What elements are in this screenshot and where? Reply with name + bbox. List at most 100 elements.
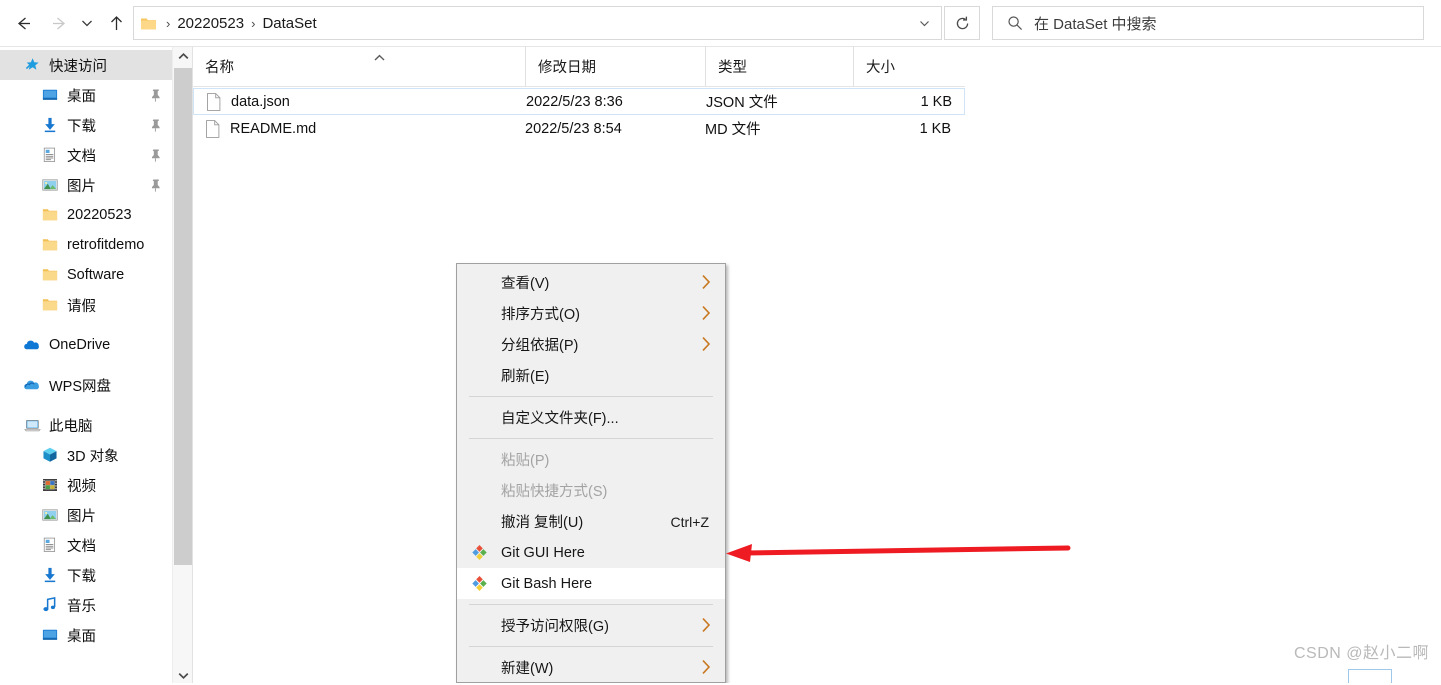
onedrive-cloud-icon	[22, 335, 42, 355]
refresh-icon	[956, 16, 968, 29]
download-icon	[40, 115, 60, 135]
sidebar-item-wps[interactable]: WPS网盘	[0, 370, 172, 400]
chevron-right-icon	[702, 337, 711, 351]
breadcrumb-item-1[interactable]: DataSet	[262, 15, 316, 32]
address-bar[interactable]: › 20220523 › DataSet	[133, 6, 942, 40]
sidebar-item-文档[interactable]: 文档	[0, 530, 172, 560]
sidebar-item-label: 请假	[67, 298, 96, 315]
folder-icon	[42, 209, 58, 221]
sidebar-item-视频[interactable]: 视频	[0, 470, 172, 500]
search-box[interactable]: 在 DataSet 中搜索	[992, 6, 1424, 40]
star-pin-icon	[22, 55, 42, 75]
menu-item-刷新-e-[interactable]: 刷新(E)	[457, 360, 725, 391]
menu-item-label: 新建(W)	[501, 661, 554, 677]
sidebar-item-下载[interactable]: 下载	[0, 560, 172, 590]
column-label: 名称	[205, 59, 234, 76]
sidebar-item-retrofitdemo[interactable]: retrofitdemo	[0, 230, 172, 260]
chevron-down-icon	[82, 20, 92, 27]
pictures-icon	[40, 175, 60, 195]
sidebar-item-音乐[interactable]: 音乐	[0, 590, 172, 620]
pictures-icon	[42, 179, 58, 191]
sidebar-item-label: 桌面	[67, 88, 96, 105]
sidebar-item-onedrive[interactable]: OneDrive	[0, 330, 172, 360]
column-label: 类型	[718, 59, 747, 76]
menu-item-粘贴-p-: 粘贴(P)	[457, 444, 725, 475]
sidebar-item-图片[interactable]: 图片	[0, 170, 172, 200]
pin-icon[interactable]	[149, 178, 162, 197]
sidebar-item-桌面[interactable]: 桌面	[0, 80, 172, 110]
sidebar-item-20220523[interactable]: 20220523	[0, 200, 172, 230]
sidebar-item-this-pc[interactable]: 此电脑	[0, 410, 172, 440]
forward-button[interactable]	[42, 6, 76, 40]
file-type-cell: MD 文件	[705, 122, 761, 138]
breadcrumb-item-0[interactable]: 20220523	[177, 15, 244, 32]
sidebar-item-label: Software	[67, 267, 125, 283]
menu-item-排序方式-o-[interactable]: 排序方式(O)	[457, 298, 725, 329]
menu-item-授予访问权限-g-[interactable]: 授予访问权限(G)	[457, 610, 725, 641]
menu-item-label: 刷新(E)	[501, 369, 550, 385]
chevron-right-icon	[701, 336, 712, 356]
git-icon	[472, 575, 487, 592]
sidebar-item-文档[interactable]: 文档	[0, 140, 172, 170]
music-icon	[40, 595, 60, 615]
this-pc-group: 3D 对象 视频 图片文档下载 音乐 桌面	[0, 440, 172, 650]
file-name-text: data.json	[231, 93, 290, 110]
pin-icon[interactable]	[149, 88, 162, 107]
navigation-pane: 快速访问 桌面 下载 文档 图片 20220523 retrofitdemo Softwar…	[0, 47, 172, 685]
menu-item-分组依据-p-[interactable]: 分组依据(P)	[457, 329, 725, 360]
sidebar-item-quick-access[interactable]: 快速访问	[0, 50, 172, 80]
desktop-icon	[40, 625, 60, 645]
file-name-cell: data.json	[194, 92, 290, 111]
sidebar-item-label: 文档	[67, 538, 96, 555]
download-icon	[40, 565, 60, 585]
context-menu[interactable]: 查看(V) 排序方式(O) 分组依据(P) 刷新(E) 自定义文件夹(F)... 粘贴(P…	[456, 263, 726, 683]
menu-item-git-gui-here[interactable]: Git GUI Here	[457, 537, 725, 568]
menu-item-撤消-复制-u-[interactable]: 撤消 复制(U) Ctrl+Z	[457, 506, 725, 537]
sidebar-item-Software[interactable]: Software	[0, 260, 172, 290]
folder-icon	[40, 295, 60, 315]
sidebar-item-下载[interactable]: 下载	[0, 110, 172, 140]
table-row[interactable]: README.md 2022/5/23 8:54 MD 文件 1 KB	[193, 115, 965, 142]
menu-item-label: 撤消 复制(U)	[501, 515, 584, 531]
folder-icon	[40, 235, 60, 255]
pin-icon	[151, 149, 160, 162]
menu-item-查看-v-[interactable]: 查看(V)	[457, 267, 725, 298]
git-icon	[471, 575, 488, 592]
sidebar-item-桌面[interactable]: 桌面	[0, 620, 172, 650]
table-row[interactable]: data.json 2022/5/23 8:36 JSON 文件 1 KB	[193, 88, 965, 115]
sidebar-item-3D 对象[interactable]: 3D 对象	[0, 440, 172, 470]
sidebar-scrollbar-thumb[interactable]	[174, 68, 192, 565]
recent-locations-button[interactable]	[74, 6, 100, 40]
sidebar-scrollbar[interactable]	[172, 47, 192, 685]
menu-separator	[469, 396, 713, 397]
search-input[interactable]: 在 DataSet 中搜索	[1034, 13, 1157, 34]
menu-item-label: Git GUI Here	[501, 544, 585, 561]
pin-icon	[151, 119, 160, 132]
sort-ascending-icon	[373, 50, 386, 66]
column-header-name[interactable]: 名称	[193, 46, 525, 86]
column-header-date[interactable]: 修改日期	[525, 46, 705, 86]
menu-item-label: 粘贴(P)	[501, 453, 550, 469]
column-header-type[interactable]: 类型	[705, 46, 853, 86]
menu-item-新建-w-[interactable]: 新建(W)	[457, 652, 725, 683]
sidebar-item-label: 文档	[67, 148, 96, 165]
chevron-right-icon	[701, 305, 712, 325]
breadcrumb-separator-2: ›	[251, 15, 256, 31]
scroll-up-icon[interactable]	[173, 47, 193, 66]
back-button[interactable]	[6, 6, 40, 40]
pin-icon[interactable]	[149, 148, 162, 167]
address-dropdown-button[interactable]	[907, 7, 941, 39]
column-headers: 名称 修改日期 类型 大小	[193, 46, 965, 87]
menu-item-label: 查看(V)	[501, 276, 550, 292]
file-size-cell: 1 KB	[920, 93, 952, 110]
up-button[interactable]	[102, 6, 130, 40]
menu-item-git-bash-here[interactable]: Git Bash Here	[457, 568, 725, 599]
sidebar-item-请假[interactable]: 请假	[0, 290, 172, 320]
pictures-icon	[42, 509, 58, 521]
sidebar-item-图片[interactable]: 图片	[0, 500, 172, 530]
pin-icon[interactable]	[149, 118, 162, 137]
column-header-size[interactable]: 大小	[853, 46, 965, 86]
menu-item-自定义文件夹-f-[interactable]: 自定义文件夹(F)...	[457, 402, 725, 433]
refresh-button[interactable]	[944, 6, 980, 40]
